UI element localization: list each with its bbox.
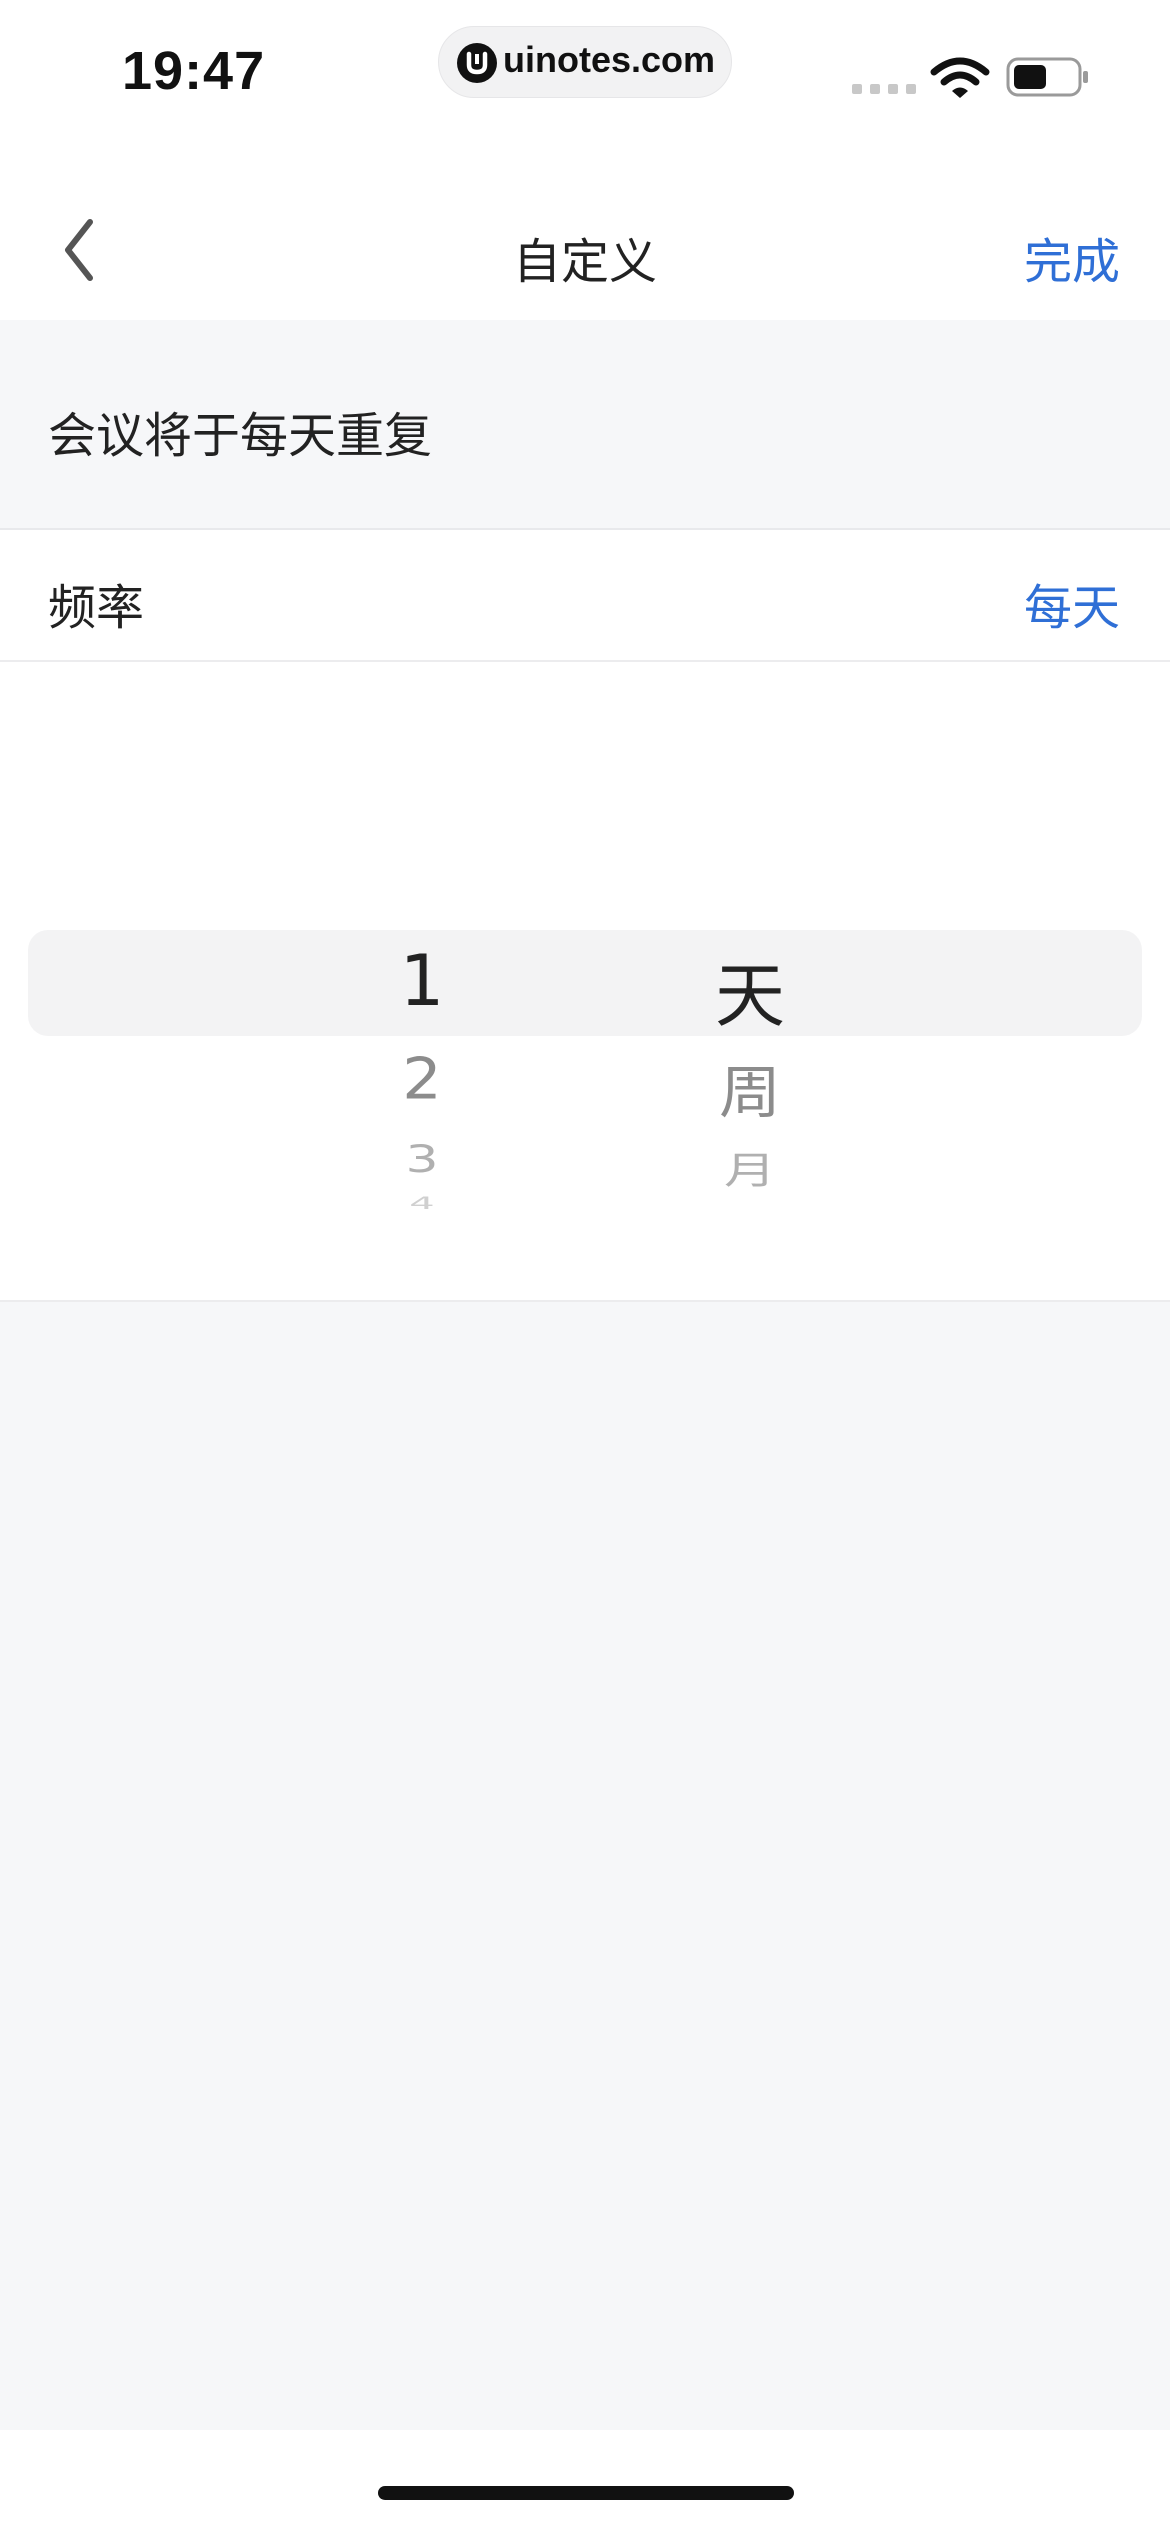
wifi-icon xyxy=(930,57,990,98)
interval-number-wheel[interactable]: 1 2 3 4 xyxy=(322,662,522,1300)
picker-number-option[interactable]: 4 xyxy=(322,1194,522,1213)
frequency-label: 频率 xyxy=(48,580,145,636)
status-bar: 19:47 uinotes.com xyxy=(0,0,1170,150)
picker-unit-option[interactable]: 月 xyxy=(650,1141,850,1195)
interval-picker[interactable]: 1 2 3 4 天 周 月 xyxy=(0,662,1170,1302)
home-indicator[interactable] xyxy=(378,2486,794,2500)
site-logo-icon xyxy=(457,43,497,83)
picker-unit-option[interactable]: 天 xyxy=(650,940,850,1041)
page-title: 自定义 xyxy=(512,234,657,290)
repeat-summary-text: 会议将于每天重复 xyxy=(48,408,433,464)
picker-unit-option[interactable]: 周 xyxy=(650,1046,850,1129)
done-button[interactable]: 完成 xyxy=(1024,222,1120,292)
url-text: uinotes.com xyxy=(503,39,716,80)
repeat-summary: 会议将于每天重复 xyxy=(0,320,1170,530)
status-time: 19:47 xyxy=(122,41,266,101)
url-pill[interactable]: uinotes.com xyxy=(438,26,732,98)
empty-content-area xyxy=(0,1302,1170,2430)
picker-number-option[interactable]: 2 xyxy=(322,1045,522,1112)
nav-bar: 自定义 完成 xyxy=(0,150,1170,320)
frequency-row[interactable]: 频率 每天 xyxy=(0,530,1170,662)
home-area xyxy=(0,2430,1170,2532)
frequency-value[interactable]: 每天 xyxy=(1024,568,1120,638)
battery-icon xyxy=(1006,57,1088,97)
picker-number-option[interactable]: 1 xyxy=(322,940,522,1022)
picker-selection-highlight xyxy=(28,930,1142,1036)
interval-unit-wheel[interactable]: 天 周 月 xyxy=(650,662,850,1300)
signal-icon xyxy=(852,84,916,94)
picker-number-option[interactable]: 3 xyxy=(322,1138,522,1181)
